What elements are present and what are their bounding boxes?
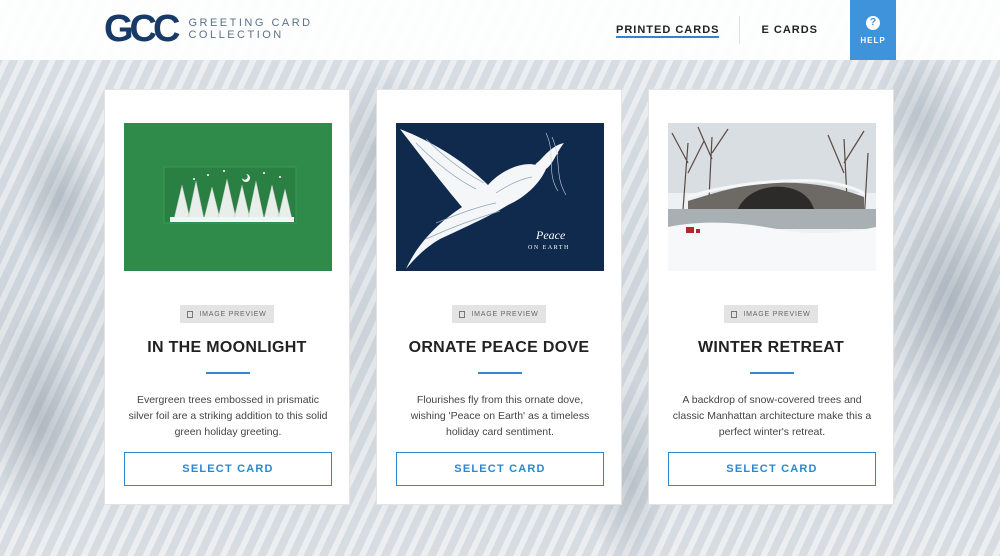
card-in-the-moonlight: IMAGE PREVIEW IN THE MOONLIGHT Evergreen… [104,89,350,505]
image-preview-label: IMAGE PREVIEW [743,310,811,318]
nav-e-cards[interactable]: E CARDS [740,0,850,60]
card-title: ORNATE PEACE DOVE [408,339,590,356]
site-logo[interactable]: GCC GREETING CARD COLLECTION [104,10,313,48]
image-icon [459,310,466,318]
card-description: A backdrop of snow-covered trees and cla… [672,394,872,438]
card-description: Evergreen trees embossed in prismatic si… [128,394,328,438]
card-image-moonlight[interactable] [124,123,332,271]
title-underline [478,372,522,374]
question-icon: ? [866,15,880,30]
peace-dove-card-art: Peace ON EARTH [396,123,604,271]
winter-retreat-photo [668,123,876,271]
dove-card-text-2: ON EARTH [528,245,570,251]
title-underline [206,372,250,374]
select-card-button[interactable]: SELECT CARD [668,452,876,486]
card-title: IN THE MOONLIGHT [147,339,307,356]
moonlight-card-art [124,123,332,271]
image-preview-label: IMAGE PREVIEW [199,310,267,318]
help-button[interactable]: ? HELP [850,0,896,60]
image-icon [731,310,738,318]
card-ornate-peace-dove: Peace ON EARTH IMAGE PREVIEW ORNATE PEAC… [376,89,622,505]
card-title: WINTER RETREAT [697,339,845,356]
image-preview-label: IMAGE PREVIEW [471,310,539,318]
site-header: GCC GREETING CARD COLLECTION PRINTED CAR… [0,0,1000,60]
select-card-button[interactable]: SELECT CARD [124,452,332,486]
image-preview-button[interactable]: IMAGE PREVIEW [452,305,546,323]
title-underline [750,372,794,374]
main-nav: PRINTED CARDS E CARDS ? HELP [616,0,896,60]
card-image-peace-dove[interactable]: Peace ON EARTH [396,123,604,271]
image-icon [187,310,194,318]
dove-card-text-1: Peace [535,228,566,242]
select-card-button[interactable]: SELECT CARD [396,452,604,486]
card-image-winter-retreat[interactable] [668,123,876,271]
logo-mark: GCC [104,8,180,50]
image-preview-button[interactable]: IMAGE PREVIEW [180,305,274,323]
help-label: HELP [860,35,886,45]
image-preview-button[interactable]: IMAGE PREVIEW [724,305,818,323]
logo-wordmark: GREETING CARD COLLECTION [188,17,312,41]
nav-printed-cards[interactable]: PRINTED CARDS [616,0,739,60]
logo-line-2: COLLECTION [188,29,284,41]
logo-line-1: GREETING CARD [188,17,313,29]
card-winter-retreat: IMAGE PREVIEW WINTER RETREAT A backdrop … [648,89,894,505]
card-description: Flourishes fly from this ornate dove, wi… [410,394,590,438]
